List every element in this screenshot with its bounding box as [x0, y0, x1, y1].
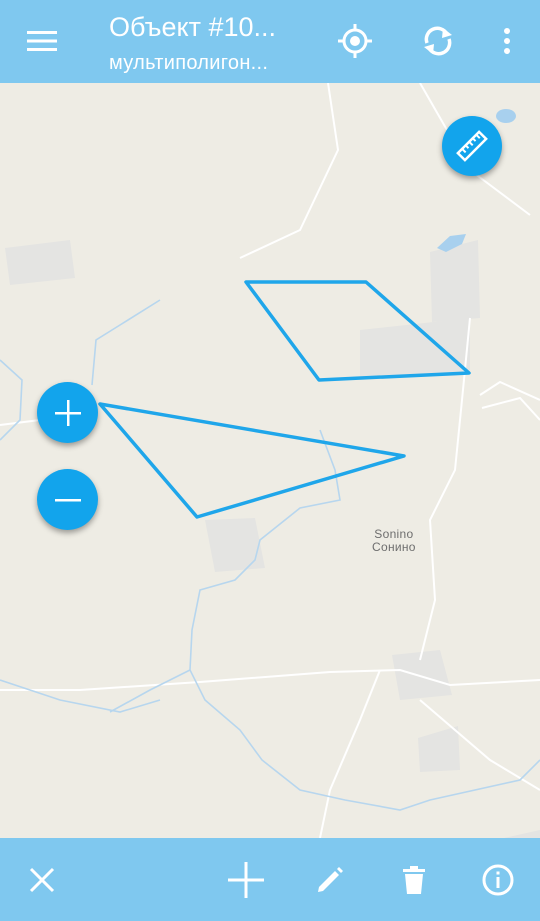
edit-button[interactable] — [308, 858, 352, 902]
info-button[interactable] — [476, 858, 520, 902]
measure-button[interactable] — [442, 116, 502, 176]
info-icon — [482, 864, 514, 896]
add-icon — [228, 862, 264, 898]
plus-icon — [54, 399, 81, 426]
delete-button[interactable] — [392, 858, 436, 902]
my-location-button[interactable] — [334, 20, 376, 62]
zoom-out-button[interactable] — [37, 469, 98, 530]
more-options-button[interactable] — [494, 20, 520, 62]
close-button[interactable] — [20, 858, 64, 902]
add-button[interactable] — [224, 858, 268, 902]
page-subtitle: мультиполигон... — [109, 52, 269, 74]
place-name-cyrillic: Сонино — [372, 540, 416, 554]
minus-icon — [54, 498, 81, 501]
menu-button[interactable] — [22, 24, 62, 58]
ruler-icon — [456, 130, 488, 162]
app-toolbar: Объект #10... мультиполигон... — [0, 0, 540, 83]
more-vert-icon — [504, 28, 510, 54]
sync-button[interactable] — [417, 20, 459, 62]
menu-icon — [27, 31, 57, 51]
bottom-action-bar — [0, 838, 540, 921]
trash-icon — [403, 866, 425, 894]
zoom-in-button[interactable] — [37, 382, 98, 443]
close-icon — [29, 867, 55, 893]
sync-icon — [424, 26, 452, 56]
place-label-sonino: Sonino Сонино — [372, 528, 416, 554]
pencil-icon — [318, 867, 343, 892]
page-title: Объект #10... — [109, 12, 276, 42]
my-location-icon — [338, 24, 372, 58]
